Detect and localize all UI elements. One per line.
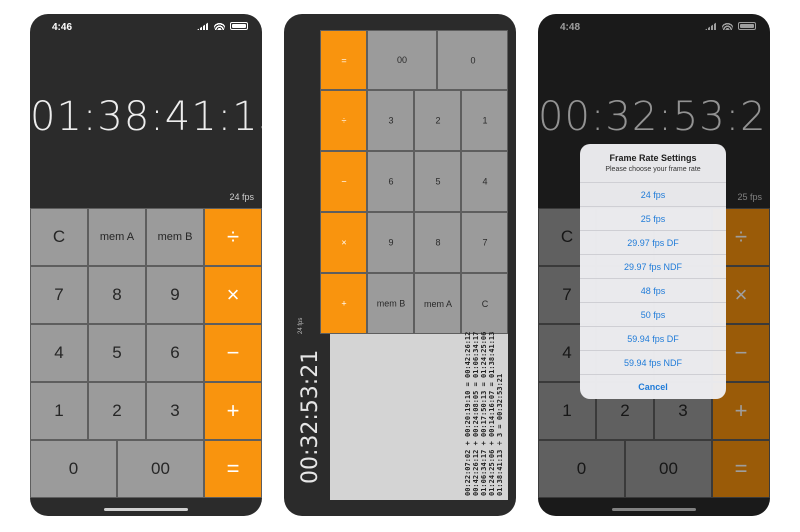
plus-button[interactable]: + xyxy=(320,273,367,334)
divide-button[interactable]: ÷ xyxy=(320,90,367,151)
equals-label: = xyxy=(340,55,347,66)
cellular-signal-icon xyxy=(197,22,209,30)
key-0[interactable]: 0 xyxy=(30,440,117,498)
key-00[interactable]: 00 xyxy=(367,30,437,90)
key-1-label: 1 xyxy=(481,115,488,126)
multiply-button[interactable]: × xyxy=(320,212,367,273)
history-tape[interactable]: 00:22:07:02 + 00:20:19:10 = 00:42:26:12 … xyxy=(330,331,508,500)
key-9[interactable]: 9 xyxy=(367,212,414,273)
key-7-label: 7 xyxy=(481,237,488,248)
divide-button[interactable]: ÷ xyxy=(204,208,262,266)
timecode-display: 00:32:53:21 xyxy=(298,349,323,484)
tape-line: 01:06:34:17 + 00:17:50:13 = 01:24:25:06 xyxy=(480,331,488,496)
home-indicator xyxy=(104,508,188,511)
multiply-button[interactable]: × xyxy=(204,266,262,324)
key-6[interactable]: 6 xyxy=(367,151,414,212)
mem-a-button[interactable]: mem A xyxy=(414,273,461,334)
plus-label: + xyxy=(340,298,347,309)
option-50-fps[interactable]: 50 fps xyxy=(580,302,726,326)
key-00[interactable]: 00 xyxy=(117,440,204,498)
mem-b-label: mem B xyxy=(376,298,405,309)
mem-a-button[interactable]: mem A xyxy=(88,208,146,266)
tape-line: 01:38:41:13 ÷ 3 = 00:32:53:21 xyxy=(496,373,504,496)
key-8[interactable]: 8 xyxy=(88,266,146,324)
calculator-screen-portrait: 4:46 01:38:41:13 24 fps C mem A mem B ÷ … xyxy=(30,14,262,516)
tape-line: 01:24:25:06 + 00:14:16:07 = 01:38:41:13 xyxy=(488,331,496,496)
frame-rate-label[interactable]: 24 fps xyxy=(298,318,304,334)
key-3-label: 3 xyxy=(387,115,394,126)
mem-a-label: mem A xyxy=(423,298,452,309)
cancel-button[interactable]: Cancel xyxy=(580,374,726,398)
key-7[interactable]: 7 xyxy=(30,266,88,324)
key-6-label: 6 xyxy=(387,176,394,187)
mem-b-button[interactable]: mem B xyxy=(367,273,414,334)
key-1[interactable]: 1 xyxy=(461,90,508,151)
key-9[interactable]: 9 xyxy=(146,266,204,324)
option-59-94-fps-ndf[interactable]: 59.94 fps NDF xyxy=(580,350,726,374)
minus-label: − xyxy=(340,176,347,187)
calculator-screen-landscape: 00:32:53:21 24 fps + × − ÷ = mem B 9 6 3… xyxy=(284,14,516,516)
wifi-icon xyxy=(214,22,225,30)
landscape-view: 00:32:53:21 24 fps + × − ÷ = mem B 9 6 3… xyxy=(292,30,508,500)
minus-button[interactable]: − xyxy=(204,324,262,382)
clear-label: C xyxy=(481,298,488,309)
keypad: C mem A mem B ÷ 7 8 9 × 4 5 6 − 1 2 3 + … xyxy=(30,208,262,498)
option-29-97-fps-ndf[interactable]: 29.97 fps NDF xyxy=(580,254,726,278)
key-5[interactable]: 5 xyxy=(414,151,461,212)
status-time: 4:46 xyxy=(52,22,73,33)
frame-rate-label[interactable]: 24 fps xyxy=(229,192,254,202)
key-2-label: 2 xyxy=(434,115,441,126)
option-59-94-fps-df[interactable]: 59.94 fps DF xyxy=(580,326,726,350)
option-29-97-fps-df[interactable]: 29.97 fps DF xyxy=(580,230,726,254)
dialog-subtitle: Please choose your frame rate xyxy=(605,166,701,173)
key-4-label: 4 xyxy=(481,176,488,187)
clear-button[interactable]: C xyxy=(30,208,88,266)
key-6[interactable]: 6 xyxy=(146,324,204,382)
tape-line: 00:22:07:02 + 00:20:19:10 = 00:42:26:12 xyxy=(464,331,472,496)
key-0-label: 0 xyxy=(469,55,476,66)
key-2[interactable]: 2 xyxy=(414,90,461,151)
key-5[interactable]: 5 xyxy=(88,324,146,382)
status-bar: 4:46 xyxy=(30,14,262,40)
tape-line: 00:42:26:12 + 00:24:08:05 = 01:06:34:17 xyxy=(472,331,480,496)
key-00-label: 00 xyxy=(396,55,408,66)
key-3[interactable]: 3 xyxy=(367,90,414,151)
option-48-fps[interactable]: 48 fps xyxy=(580,278,726,302)
equals-button[interactable]: = xyxy=(320,30,367,90)
multiply-label: × xyxy=(340,237,347,248)
equals-button[interactable]: = xyxy=(204,440,262,498)
mem-b-button[interactable]: mem B xyxy=(146,208,204,266)
dialog-title: Frame Rate Settings xyxy=(609,153,697,163)
calculator-screen-frame-rate-settings: 4:48 00:32:53:21 25 fps C ÷ 7 × 4 − 1 2 … xyxy=(538,14,770,516)
option-24-fps[interactable]: 24 fps xyxy=(580,182,726,206)
battery-icon xyxy=(230,22,248,30)
option-25-fps[interactable]: 25 fps xyxy=(580,206,726,230)
key-2[interactable]: 2 xyxy=(88,382,146,440)
keypad: + × − ÷ = mem B 9 6 3 00 mem A 8 5 2 0 C… xyxy=(320,30,508,334)
frame-rate-dialog: Frame Rate Settings Please choose your f… xyxy=(580,144,726,399)
key-7[interactable]: 7 xyxy=(461,212,508,273)
divide-label: ÷ xyxy=(341,115,346,126)
key-1[interactable]: 1 xyxy=(30,382,88,440)
minus-button[interactable]: − xyxy=(320,151,367,212)
key-3[interactable]: 3 xyxy=(146,382,204,440)
key-0[interactable]: 0 xyxy=(437,30,508,90)
clear-button[interactable]: C xyxy=(461,273,508,334)
key-4[interactable]: 4 xyxy=(30,324,88,382)
key-5-label: 5 xyxy=(434,176,441,187)
plus-button[interactable]: + xyxy=(204,382,262,440)
key-9-label: 9 xyxy=(387,237,394,248)
key-8-label: 8 xyxy=(434,237,441,248)
key-4[interactable]: 4 xyxy=(461,151,508,212)
key-8[interactable]: 8 xyxy=(414,212,461,273)
timecode-display: 01:38:41:13 xyxy=(30,94,262,140)
